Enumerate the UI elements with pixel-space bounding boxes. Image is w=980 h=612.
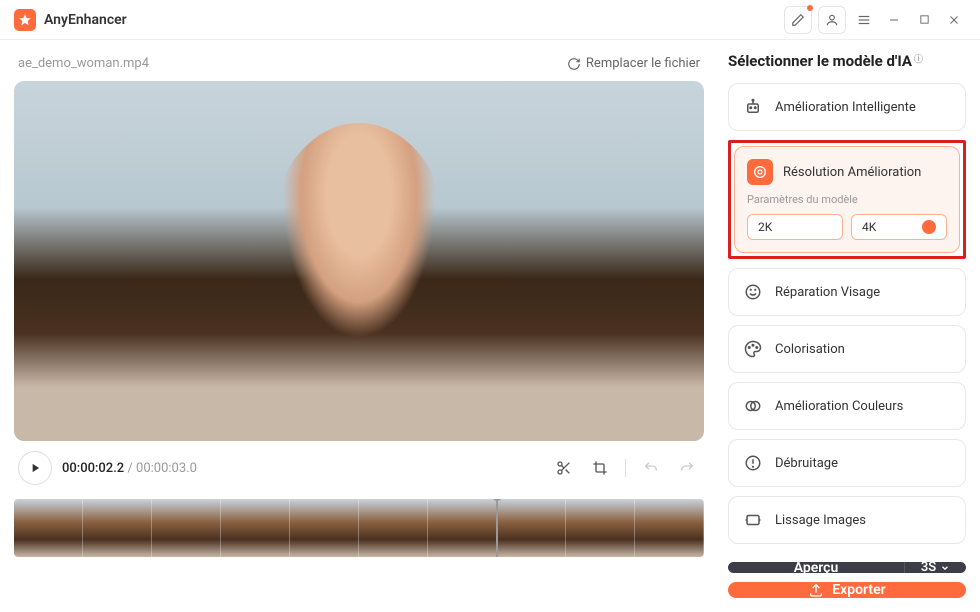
color-enhance-icon [741,394,765,418]
robot-icon [741,95,765,119]
replace-file-button[interactable]: Remplacer le fichier [567,56,700,71]
model-label: Colorisation [775,342,845,357]
param-2k-button[interactable]: 2K [747,214,843,240]
crop-icon [592,460,608,476]
app-title: AnyEnhancer [44,12,127,28]
close-button[interactable] [942,14,966,26]
account-button[interactable] [818,6,846,34]
model-item-denoise[interactable]: Débruitage [728,439,966,487]
timeline-thumb [497,499,566,557]
smile-icon [741,280,765,304]
play-button[interactable] [18,451,52,485]
file-name: ae_demo_woman.mp4 [18,56,149,71]
model-label: Réparation Visage [775,285,880,300]
right-panel: Sélectionner le modèle d'IAⓘ Amélioratio… [718,40,980,612]
param-4k-button[interactable]: 4K [851,214,947,240]
play-icon [28,461,42,475]
info-icon[interactable]: ⓘ [914,52,923,65]
preview-duration-selector[interactable]: 3S [904,562,966,573]
model-label: Lissage Images [775,513,866,528]
refresh-icon [567,57,581,71]
timecode: 00:00:02.2 / 00:00:03.0 [62,461,197,476]
app-logo [14,9,36,31]
timeline-thumb [290,499,359,557]
model-item-face-repair[interactable]: Réparation Visage [728,268,966,316]
maximize-button[interactable] [912,14,936,25]
model-label: Amélioration Intelligente [775,100,916,115]
timeline-thumb [359,499,428,557]
preview-bar: Aperçu 3S [728,562,966,573]
timeline-thumb [635,499,704,557]
menu-button[interactable] [852,13,876,27]
main-layout: ae_demo_woman.mp4 Remplacer le fichier 0… [0,40,980,612]
params-label: Paramètres du modèle [747,193,947,206]
timeline-thumb [152,499,221,557]
scissors-icon [556,460,572,476]
chevron-down-icon [940,563,950,573]
panel-title: Sélectionner le modèle d'IAⓘ [728,52,966,70]
video-preview[interactable] [14,81,704,441]
redo-button[interactable] [674,455,700,481]
model-label: Résolution Amélioration [783,165,921,180]
timeline-thumb [566,499,635,557]
timeline[interactable] [14,499,704,557]
cut-button[interactable] [551,455,577,481]
file-row: ae_demo_woman.mp4 Remplacer le fichier [14,48,704,81]
palette-icon [741,337,765,361]
target-icon [747,159,773,185]
edit-button[interactable] [784,6,812,34]
export-icon [808,582,824,598]
tutorial-highlight: Résolution Amélioration Paramètres du mo… [728,140,966,259]
model-label: Débruitage [775,456,838,471]
model-item-smooth[interactable]: Lissage Images [728,496,966,544]
undo-icon [643,460,659,476]
export-button[interactable]: Exporter [728,582,966,598]
model-item-smart-enhance[interactable]: Amélioration Intelligente [728,83,966,131]
playback-controls: 00:00:02.2 / 00:00:03.0 [14,441,704,495]
titlebar: AnyEnhancer [0,0,980,40]
timeline-thumb [428,499,497,557]
redo-icon [679,460,695,476]
model-label: Amélioration Couleurs [775,399,903,414]
time-total: 00:00:03.0 [136,461,197,476]
layers-icon [741,508,765,532]
timeline-thumb [14,499,83,557]
model-item-colorization[interactable]: Colorisation [728,325,966,373]
time-current: 00:00:02.2 [62,461,124,476]
timeline-thumb [221,499,290,557]
minimize-button[interactable] [882,14,906,26]
denoise-icon [741,451,765,475]
timeline-thumb [83,499,152,557]
left-panel: ae_demo_woman.mp4 Remplacer le fichier 0… [0,40,718,612]
preview-button[interactable]: Aperçu [728,562,904,573]
model-item-color-enhance[interactable]: Amélioration Couleurs [728,382,966,430]
undo-button[interactable] [638,455,664,481]
model-item-resolution[interactable]: Résolution Amélioration Paramètres du mo… [734,146,960,253]
crop-button[interactable] [587,455,613,481]
replace-file-label: Remplacer le fichier [586,56,700,71]
